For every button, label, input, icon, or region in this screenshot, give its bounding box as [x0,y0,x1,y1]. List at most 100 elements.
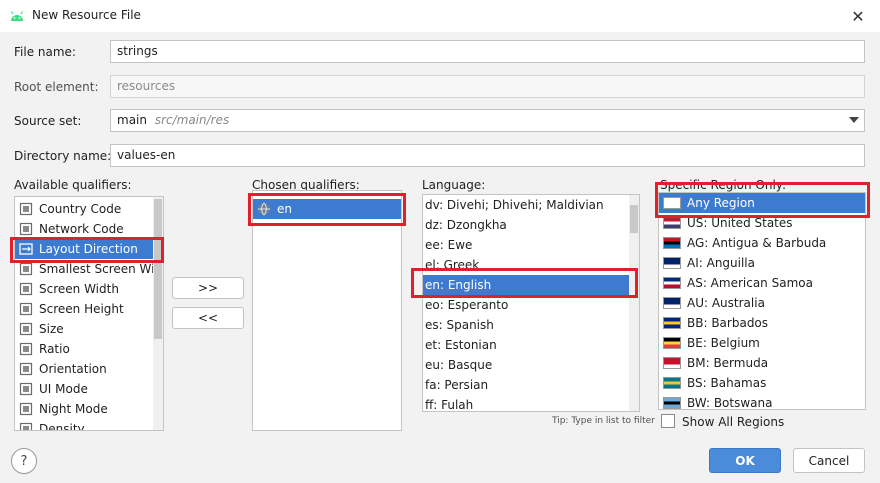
flag-icon [663,377,681,389]
flag-icon [663,277,681,289]
language-item[interactable]: fa: Persian [423,375,629,395]
region-item[interactable]: BW: Botswana [659,393,865,410]
title-bar: New Resource File ✕ [0,0,880,32]
region-item-label: Any Region [687,196,755,210]
language-item[interactable]: eu: Basque [423,355,629,375]
available-qualifier-item-label: Smallest Screen Wi... [39,262,164,276]
close-button[interactable]: ✕ [848,6,868,26]
language-scrollbar[interactable] [629,195,639,411]
region-item[interactable]: BS: Bahamas [659,373,865,393]
available-qualifier-item[interactable]: Screen Height [15,299,153,319]
language-item[interactable]: eo: Esperanto [423,295,629,315]
region-item[interactable]: BM: Bermuda [659,353,865,373]
region-item[interactable]: US: United States [659,213,865,233]
available-qualifier-item-label: UI Mode [39,382,88,396]
available-qualifier-item-label: Ratio [39,342,70,356]
chosen-qualifier-item[interactable]: en [253,199,401,219]
ratio-icon [19,342,33,356]
remove-qualifier-button[interactable]: << [172,307,244,329]
available-qualifiers-list[interactable]: Country Code Network Code Layout Direction… [14,196,164,431]
region-item-label: BB: Barbados [687,316,769,330]
root-element-input: resources [110,75,865,98]
language-item-label: eo: Esperanto [425,298,509,312]
source-set-label: Source set: [14,114,82,128]
region-item[interactable]: Any Region [659,193,865,213]
directory-name-value: values-en [117,148,176,162]
add-qualifier-button[interactable]: >> [172,277,244,299]
file-name-input[interactable]: strings [110,40,865,63]
region-item-label: AS: American Samoa [687,276,813,290]
ok-button[interactable]: OK [709,448,781,473]
flag-icon [663,237,681,249]
region-item-label: AG: Antigua & Barbuda [687,236,827,250]
region-item[interactable]: AS: American Samoa [659,273,865,293]
language-item-label: eu: Basque [425,358,493,372]
window-title: New Resource File [32,8,141,22]
available-qualifier-item-label: Network Code [39,222,124,236]
region-item-label: BE: Belgium [687,336,760,350]
available-qualifier-item[interactable]: Ratio [15,339,153,359]
available-qualifier-item[interactable]: Orientation [15,359,153,379]
show-all-regions-checkbox[interactable] [661,414,675,428]
root-element-label: Root element: [14,80,99,94]
size-icon [19,322,33,336]
available-qualifier-item[interactable]: Density [15,419,153,431]
language-item-label: dv: Divehi; Dhivehi; Maldivian [425,198,604,212]
language-label: Language: [422,178,486,192]
orientation-icon [19,362,33,376]
language-item[interactable]: en: English [423,275,629,295]
language-scroll-thumb[interactable] [630,205,638,233]
available-qualifier-item[interactable]: Country Code [15,199,153,219]
region-item-label: AI: Anguilla [687,256,755,270]
available-qualifier-item[interactable]: Size [15,319,153,339]
cancel-button[interactable]: Cancel [793,448,865,473]
globe-icon [258,202,270,216]
language-list[interactable]: dv: Divehi; Dhivehi; Maldivian dz: Dzongk… [422,194,640,412]
language-item[interactable]: ee: Ewe [423,235,629,255]
region-item-label: BM: Bermuda [687,356,769,370]
region-item[interactable]: BE: Belgium [659,333,865,353]
flag-icon [663,257,681,269]
region-item[interactable]: AG: Antigua & Barbuda [659,233,865,253]
source-set-select[interactable]: main src/main/res [110,109,865,132]
region-item-label: BW: Botswana [687,396,773,410]
country-code-icon [19,202,33,216]
language-item[interactable]: es: Spanish [423,315,629,335]
available-qualifier-item[interactable]: Network Code [15,219,153,239]
android-icon [10,11,24,21]
region-item[interactable]: AI: Anguilla [659,253,865,273]
available-qualifier-item[interactable]: Smallest Screen Wi... [15,259,163,279]
source-set-path: src/main/res [154,113,230,127]
directory-name-input[interactable]: values-en [110,144,865,167]
available-scroll-thumb[interactable] [154,199,162,339]
available-qualifier-item[interactable]: Screen Width [15,279,153,299]
language-item[interactable]: ff: Fulah [423,395,629,411]
region-item[interactable]: AU: Australia [659,293,865,313]
available-scrollbar[interactable] [153,197,163,430]
region-item[interactable]: BB: Barbados [659,313,865,333]
chosen-qualifiers-list[interactable]: en [252,190,402,431]
language-item-label: es: Spanish [425,318,494,332]
region-list[interactable]: Any Region US: United States AG: Antigua &… [658,192,866,410]
available-qualifier-item[interactable]: Night Mode [15,399,153,419]
language-item[interactable]: dv: Divehi; Dhivehi; Maldivian [423,195,629,215]
region-item-label: US: United States [687,216,793,230]
available-qualifier-item-label: Density [39,422,85,431]
available-qualifier-item[interactable]: UI Mode [15,379,153,399]
file-name-label: File name: [14,45,76,59]
smallest-screen-icon [19,262,33,276]
flag-icon [663,337,681,349]
available-qualifier-item[interactable]: Layout Direction [15,239,153,259]
language-item[interactable]: dz: Dzongkha [423,215,629,235]
language-item-label: el: Greek [425,258,480,272]
region-item-label: AU: Australia [687,296,765,310]
chevron-down-icon [849,117,859,123]
density-icon [19,422,33,430]
night-mode-icon [19,402,33,416]
language-item[interactable]: et: Estonian [423,335,629,355]
help-button[interactable]: ? [11,448,37,474]
language-item[interactable]: el: Greek [423,255,629,275]
available-qualifier-item-label: Orientation [39,362,107,376]
available-qualifier-item-label: Size [39,322,64,336]
network-code-icon [19,222,33,236]
